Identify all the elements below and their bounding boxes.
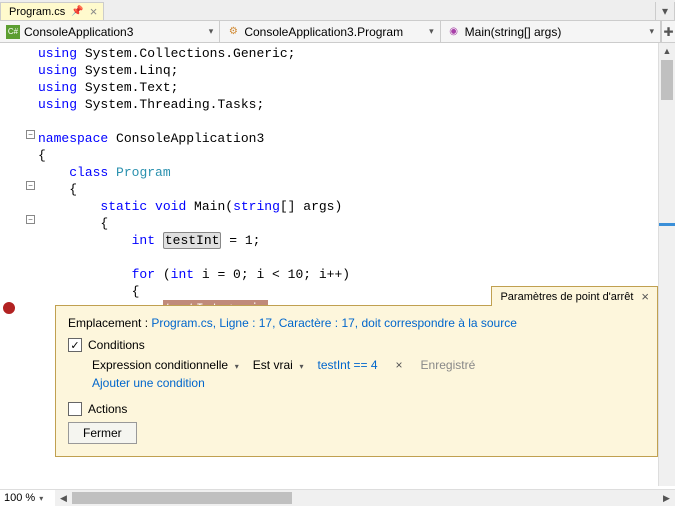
remove-condition-icon[interactable]: × xyxy=(392,358,407,372)
zoom-selector[interactable]: 100 %▾ xyxy=(0,489,55,506)
pin-icon[interactable]: 📌 xyxy=(71,6,83,17)
actions-checkbox-row: Actions xyxy=(68,402,645,416)
class-icon: ⚙ xyxy=(226,25,240,39)
breakpoint-marker[interactable] xyxy=(2,301,16,315)
condition-row: Expression conditionnelle ▾ Est vrai ▾ t… xyxy=(92,358,645,372)
outline-toggle[interactable]: − xyxy=(26,181,35,190)
editor-gutter[interactable]: − − − xyxy=(0,43,38,313)
method-name: Main(string[] args) xyxy=(465,25,562,39)
panel-title: Paramètres de point d'arrêt × xyxy=(491,286,658,306)
outline-toggle[interactable]: − xyxy=(26,130,35,139)
split-editor-button[interactable]: ✚ xyxy=(661,21,675,42)
add-condition-link[interactable]: Ajouter une condition xyxy=(92,376,205,390)
scroll-thumb[interactable] xyxy=(72,492,292,504)
project-selector[interactable]: C# ConsoleApplication3 ▾ xyxy=(0,21,220,42)
condition-type-dropdown[interactable]: Expression conditionnelle ▾ xyxy=(92,358,239,372)
close-icon[interactable]: × xyxy=(90,5,98,18)
csharp-icon: C# xyxy=(6,25,20,39)
condition-operator-dropdown[interactable]: Est vrai ▾ xyxy=(253,358,304,372)
scroll-marker xyxy=(659,223,675,226)
tab-overflow-dropdown[interactable]: ▾ xyxy=(655,2,675,20)
conditions-checkbox[interactable]: ✓ xyxy=(68,338,82,352)
project-name: ConsoleApplication3 xyxy=(24,25,133,39)
scroll-right-arrow[interactable]: ▶ xyxy=(658,490,675,506)
method-icon: ◉ xyxy=(447,25,461,39)
scroll-left-arrow[interactable]: ◀ xyxy=(55,490,72,506)
scroll-up-arrow[interactable]: ▲ xyxy=(659,43,675,60)
outline-toggle[interactable]: − xyxy=(26,215,35,224)
chevron-down-icon: ▾ xyxy=(649,26,654,37)
tab-bar: Program.cs 📌 × ▾ xyxy=(0,0,675,21)
conditions-label: Conditions xyxy=(88,338,145,352)
actions-label: Actions xyxy=(88,402,127,416)
class-name: ConsoleApplication3.Program xyxy=(244,25,403,39)
class-selector[interactable]: ⚙ ConsoleApplication3.Program ▾ xyxy=(220,21,440,42)
horizontal-scrollbar[interactable]: ◀ ▶ xyxy=(55,489,675,506)
saved-label: Enregistré xyxy=(421,358,476,372)
location-line: Emplacement : Program.cs, Ligne : 17, Ca… xyxy=(68,316,645,330)
code-area[interactable]: using System.Collections.Generic; using … xyxy=(38,43,675,313)
file-tab[interactable]: Program.cs 📌 × xyxy=(0,2,104,20)
vertical-scrollbar[interactable]: ▲ xyxy=(658,43,675,486)
conditions-checkbox-row: ✓ Conditions xyxy=(68,338,645,352)
actions-checkbox[interactable] xyxy=(68,402,82,416)
scroll-thumb[interactable] xyxy=(661,60,673,100)
chevron-down-icon: ▾ xyxy=(39,494,43,503)
location-link[interactable]: Program.cs, Ligne : 17, Caractère : 17, … xyxy=(151,316,517,330)
tab-label: Program.cs xyxy=(9,6,65,18)
condition-expression[interactable]: testInt == 4 xyxy=(317,358,377,372)
chevron-down-icon: ▾ xyxy=(429,26,434,37)
close-button[interactable]: Fermer xyxy=(68,422,137,444)
chevron-down-icon: ▾ xyxy=(209,26,214,37)
breakpoint-settings-panel: Paramètres de point d'arrêt × Emplacemen… xyxy=(55,305,658,457)
code-editor[interactable]: − − − using System.Collections.Generic; … xyxy=(0,43,675,313)
navigation-bar: C# ConsoleApplication3 ▾ ⚙ ConsoleApplic… xyxy=(0,21,675,43)
method-selector[interactable]: ◉ Main(string[] args) ▾ xyxy=(441,21,661,42)
close-panel-icon[interactable]: × xyxy=(641,289,649,304)
